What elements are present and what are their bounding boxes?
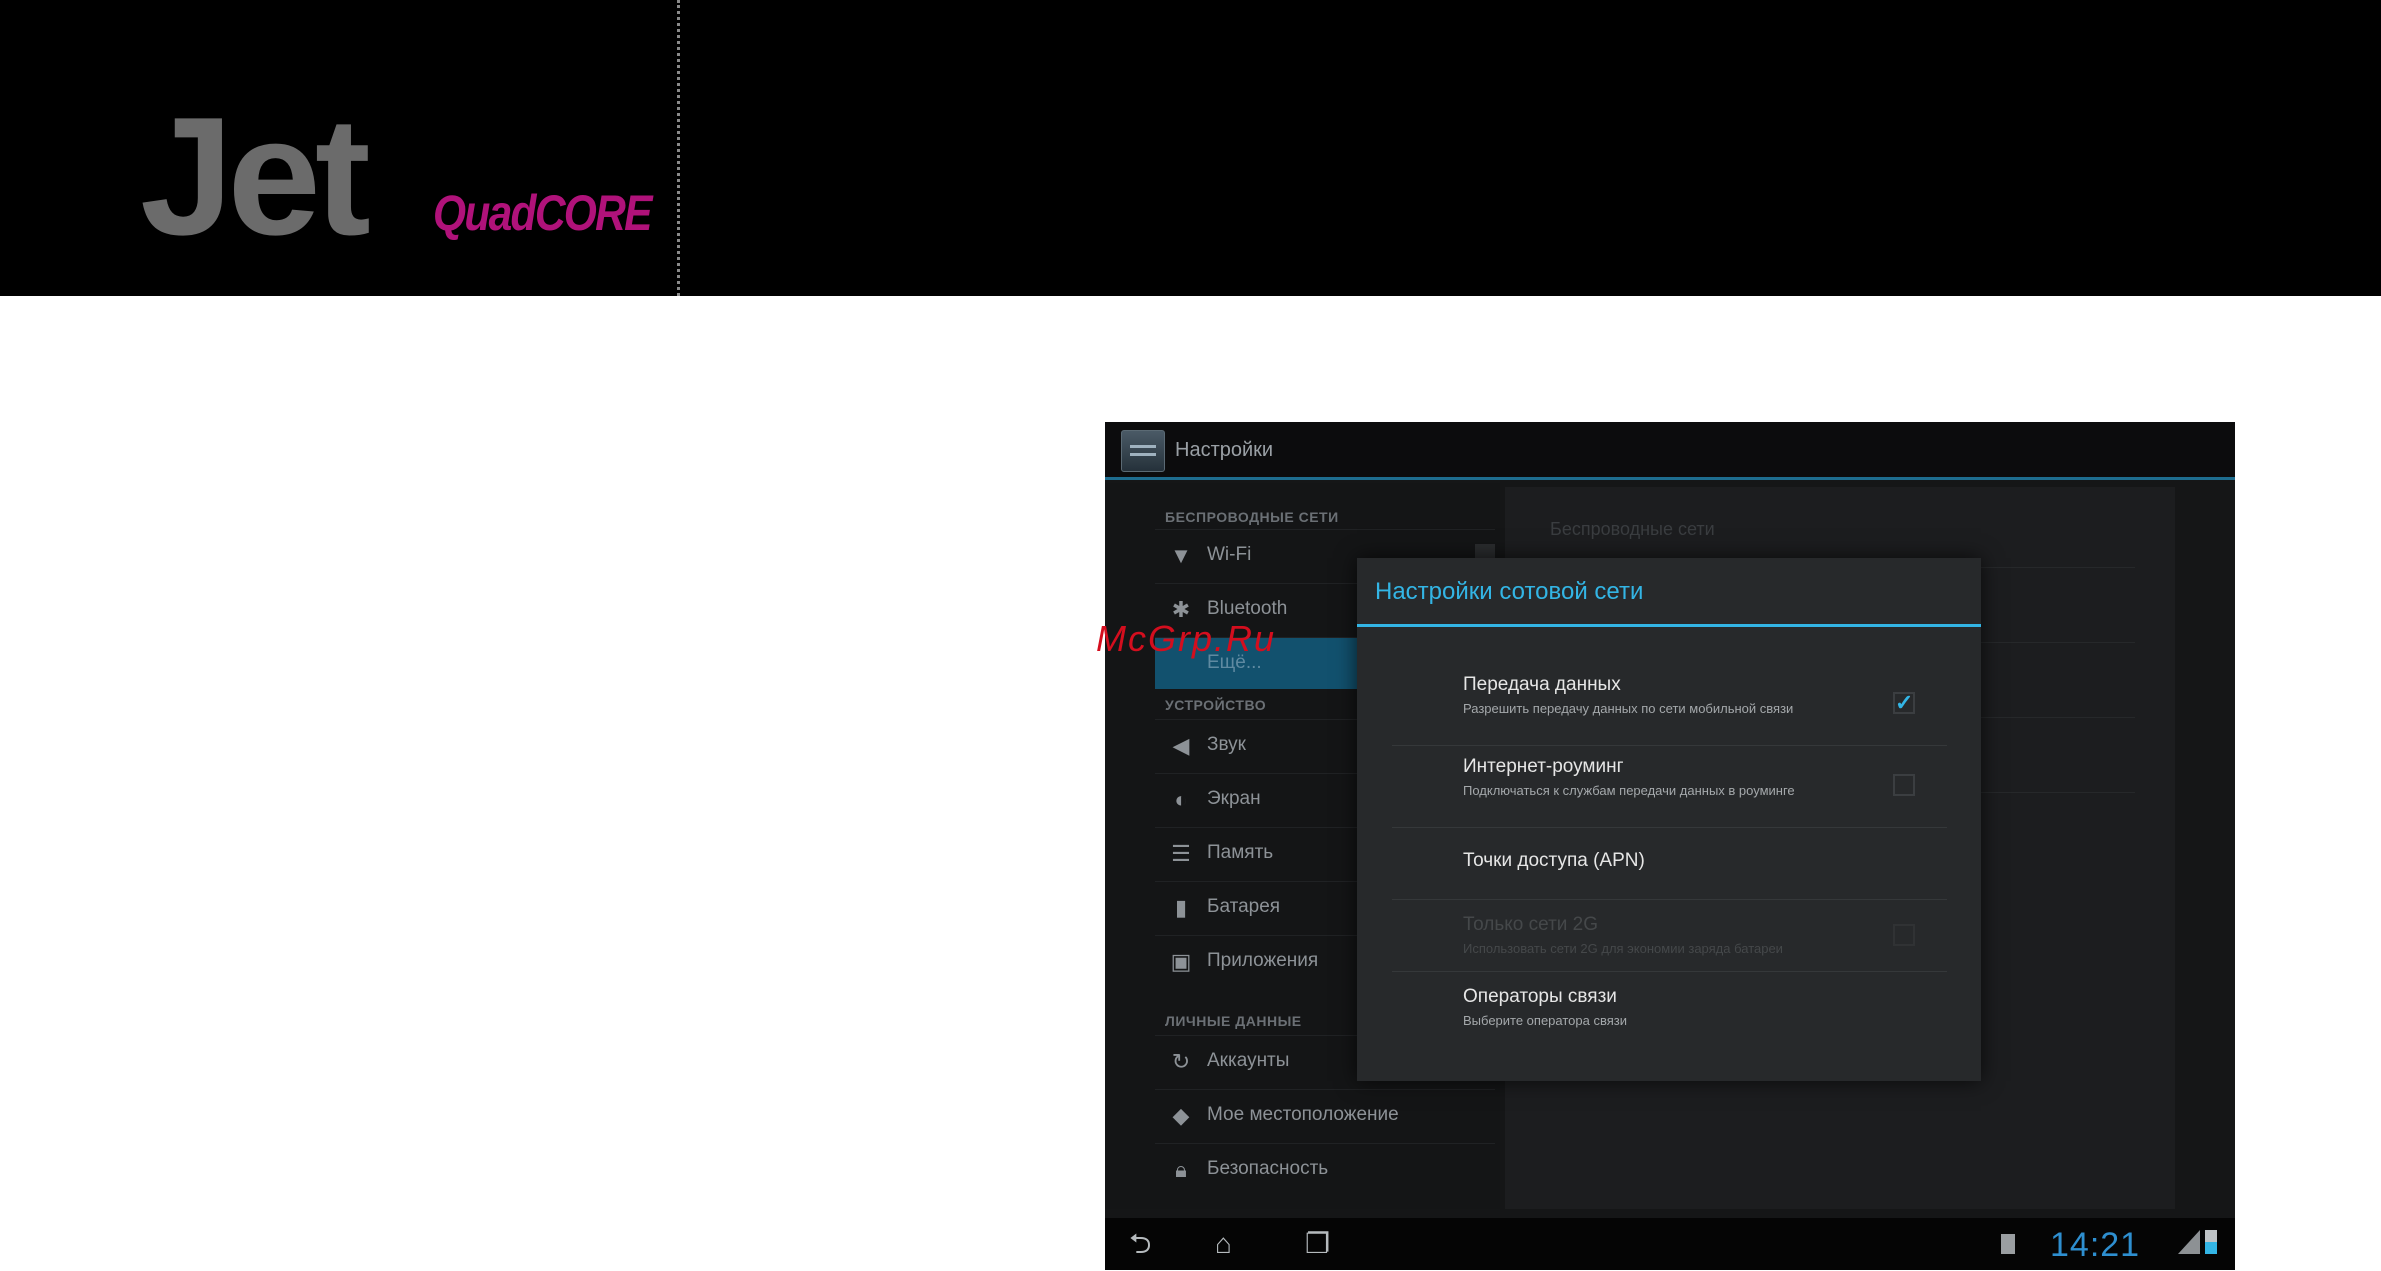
option-operators[interactable]: Операторы связи Выберите оператора связи: [1392, 972, 1947, 1044]
sidebar-item-label: Безопасность: [1207, 1158, 1329, 1179]
sidebar-item-label: Bluetooth: [1207, 598, 1288, 619]
home-icon[interactable]: ⌂: [1215, 1230, 1232, 1258]
signal-icon: [2178, 1230, 2200, 1254]
app-title: Настройки: [1175, 439, 1274, 461]
header-divider: [677, 0, 680, 296]
recent-apps-icon[interactable]: ❐: [1305, 1230, 1330, 1258]
dialog-title-underline: [1357, 624, 1981, 627]
option-title: Передача данных: [1463, 674, 1621, 695]
mobile-network-dialog: Настройки сотовой сети Передача данных Р…: [1357, 558, 1981, 1081]
location-icon: ◆: [1172, 1103, 1190, 1128]
sidebar-item-label: Приложения: [1207, 950, 1319, 971]
sidebar-item-label: Экран: [1207, 788, 1261, 809]
category-personal: ЛИЧНЫЕ ДАННЫЕ: [1165, 1013, 1302, 1029]
storage-icon: ☰: [1171, 841, 1191, 866]
option-title: Только сети 2G: [1463, 914, 1599, 935]
option-2g-only[interactable]: Только сети 2G Использовать сети 2G для …: [1392, 900, 1947, 972]
dialog-title: Настройки сотовой сети: [1375, 578, 1644, 605]
2g-only-checkbox[interactable]: [1893, 924, 1915, 946]
category-wireless: БЕСПРОВОДНЫЕ СЕТИ: [1165, 509, 1339, 525]
sidebar-item-label: Wi-Fi: [1207, 544, 1252, 565]
brand-subtitle: QuadCORE: [433, 185, 653, 241]
lock-icon: 🔒︎: [1175, 1157, 1187, 1182]
brightness-icon: ◐: [1174, 787, 1188, 812]
back-icon[interactable]: ⮌: [1129, 1230, 1151, 1258]
status-clock[interactable]: 14:21: [2050, 1226, 2140, 1265]
option-apn[interactable]: Точки доступа (APN): [1392, 828, 1947, 900]
sync-icon: ↻: [1171, 1049, 1191, 1074]
wifi-icon: ▼: [1170, 543, 1192, 568]
sidebar-item-label: Мое местоположение: [1207, 1104, 1399, 1125]
option-roaming[interactable]: Интернет-роуминг Подключаться к службам …: [1392, 746, 1947, 828]
watermark: McGrp.Ru: [1096, 618, 1277, 659]
sidebar-item-label: Звук: [1207, 734, 1246, 755]
apps-icon: ▣: [1170, 949, 1192, 974]
option-summary: Разрешить передачу данных по сети мобиль…: [1463, 701, 1794, 716]
sidebar-item-location[interactable]: ◆ Мое местоположение: [1155, 1089, 1495, 1141]
data-transfer-checkbox[interactable]: ✓: [1893, 692, 1915, 714]
battery-status-icon: [2205, 1230, 2217, 1254]
option-summary: Подключаться к службам передачи данных в…: [1463, 783, 1795, 798]
sidebar-item-label: Батарея: [1207, 896, 1281, 917]
sidebar-item-label: Память: [1207, 842, 1274, 863]
option-summary: Выберите оператора связи: [1463, 1013, 1627, 1028]
category-device: УСТРОЙСТВО: [1165, 697, 1267, 713]
sidebar-item-label: Аккаунты: [1207, 1050, 1290, 1071]
roaming-checkbox[interactable]: [1893, 774, 1915, 796]
tablet-screen: Настройки БЕСПРОВОДНЫЕ СЕТИ ▼ Wi-Fi ✱ Bl…: [1105, 422, 2235, 1270]
sd-card-icon: [2001, 1234, 2015, 1254]
option-title: Точки доступа (APN): [1463, 850, 1645, 871]
speaker-icon: ◀: [1172, 733, 1190, 758]
action-bar: Настройки: [1105, 422, 2235, 480]
brand-logo: Jet: [140, 82, 371, 270]
system-nav-bar: ⮌ ⌂ ❐ 14:21: [1105, 1218, 2235, 1270]
option-title: Операторы связи: [1463, 986, 1617, 1007]
option-title: Интернет-роуминг: [1463, 756, 1624, 777]
option-data-transfer[interactable]: Передача данных Разрешить передачу данны…: [1392, 668, 1947, 746]
battery-icon: ▮: [1174, 895, 1188, 920]
brand-header: Jet QuadCORE: [0, 0, 2381, 296]
detail-title: Беспроводные сети: [1550, 519, 1715, 539]
option-summary: Использовать сети 2G для экономии заряда…: [1463, 941, 1783, 956]
sidebar-item-security[interactable]: 🔒︎ Безопасность: [1155, 1143, 1495, 1195]
settings-app-icon[interactable]: [1121, 430, 1165, 472]
